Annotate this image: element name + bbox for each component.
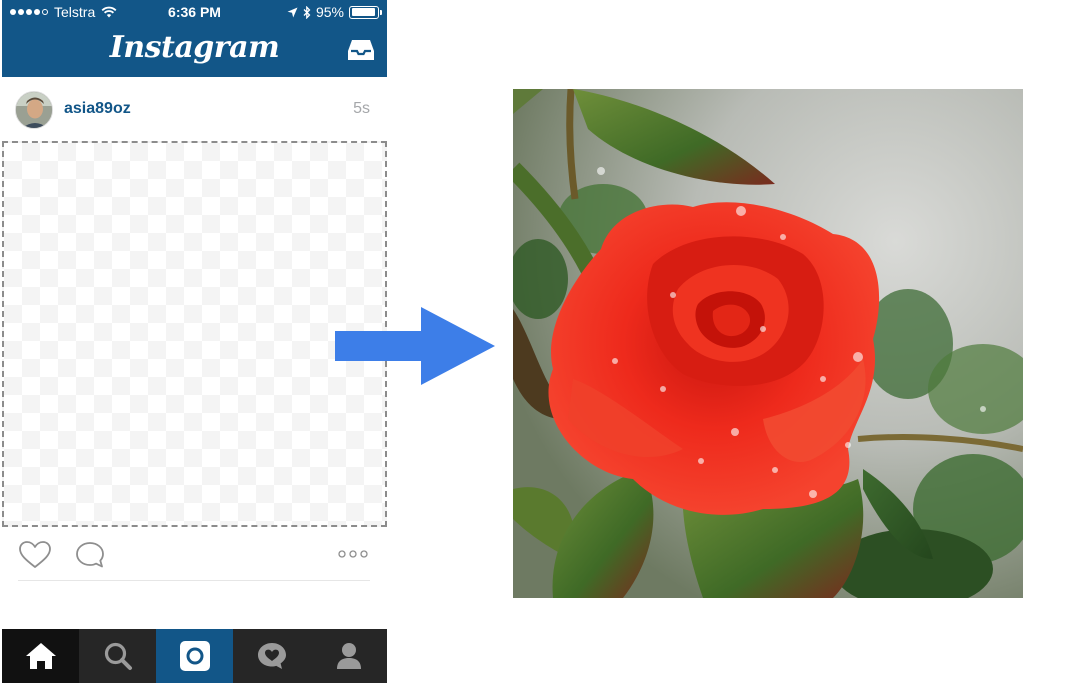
status-bar: Telstra 6:36 PM 95% [2, 0, 387, 24]
battery-level-fill [351, 8, 376, 16]
speech-bubble-icon[interactable] [74, 540, 106, 570]
post-header: asia89oz 5s [2, 88, 387, 132]
camera-icon [179, 641, 210, 671]
search-icon [104, 642, 132, 670]
post-username[interactable]: asia89oz [64, 100, 131, 118]
post-image-placeholder[interactable] [2, 141, 387, 527]
status-right: 95% [287, 0, 382, 24]
heart-bubble-icon [257, 643, 286, 669]
home-icon [25, 643, 56, 669]
inbox-tray-icon[interactable] [347, 38, 375, 62]
app-header: Instagram [2, 24, 387, 77]
bottom-tab-bar [2, 629, 387, 683]
phone-screen: Telstra 6:36 PM 95% Instagram asia89oz 5… [2, 0, 387, 683]
post-divider [18, 580, 370, 581]
ellipsis-icon[interactable] [337, 544, 369, 564]
instagram-logo: Instagram [109, 30, 280, 65]
location-arrow-icon [287, 7, 298, 17]
heart-outline-icon[interactable] [18, 540, 52, 570]
battery-icon [349, 5, 382, 19]
tab-camera[interactable] [156, 629, 233, 683]
tab-activity[interactable] [233, 629, 310, 683]
bluetooth-icon [303, 5, 311, 19]
tab-home[interactable] [2, 629, 79, 683]
arrow-right-icon [335, 307, 495, 385]
avatar[interactable] [15, 91, 53, 129]
tab-profile[interactable] [310, 629, 387, 683]
rose-photo [513, 89, 1023, 598]
post-timestamp: 5s [353, 100, 370, 117]
person-icon [336, 643, 361, 669]
battery-percent: 95% [315, 4, 344, 20]
tab-search[interactable] [79, 629, 156, 683]
post-actions [2, 536, 387, 576]
